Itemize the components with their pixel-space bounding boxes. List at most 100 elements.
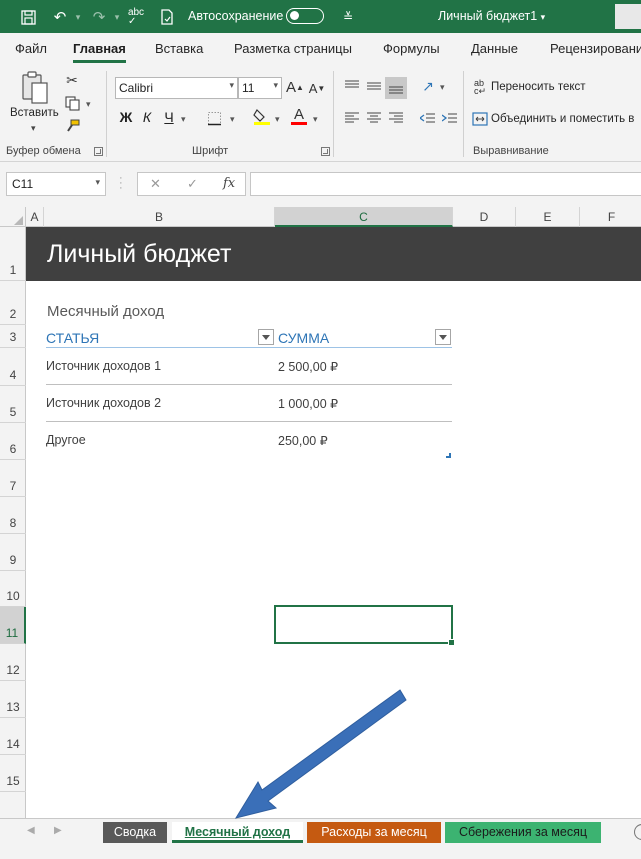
row-header[interactable]: 15 — [0, 755, 26, 792]
sheet-tab-monthly-savings[interactable]: Сбережения за месяц — [445, 822, 601, 843]
row-amount-1[interactable]: 2 500,00 ₽ — [278, 359, 338, 374]
row-header[interactable]: 12 — [0, 644, 26, 681]
wrap-text-button[interactable]: Переносить текст — [491, 81, 586, 93]
merge-center-icon[interactable] — [471, 110, 489, 128]
enter-icon[interactable]: ✓ — [187, 176, 198, 192]
align-bottom-icon[interactable] — [385, 77, 407, 99]
header-amount[interactable]: СУММА — [278, 330, 329, 346]
redo-icon[interactable]: ↷ — [89, 7, 109, 27]
orientation-dropdown-icon[interactable]: ▾ — [440, 82, 445, 93]
autosave-toggle[interactable] — [286, 8, 324, 24]
font-color-icon[interactable]: A — [290, 107, 308, 125]
cut-icon[interactable]: ✂ — [63, 71, 81, 89]
row-item-1[interactable]: Источник доходов 1 — [46, 359, 161, 373]
row-header[interactable]: 2 — [0, 281, 26, 325]
format-painter-icon[interactable] — [63, 117, 81, 135]
undo-dropdown-icon[interactable]: ▾ — [68, 7, 88, 27]
worksheet-grid[interactable]: Личный бюджет Месячный доход СТАТЬЯ СУММ… — [26, 227, 641, 818]
font-name-combo[interactable]: Calibri ▾ — [115, 77, 238, 99]
underline-dropdown-icon[interactable]: ▾ — [181, 114, 186, 125]
search-box[interactable] — [615, 4, 641, 29]
tab-data[interactable]: Данные — [471, 41, 518, 56]
filter-dropdown-amount[interactable] — [435, 329, 451, 345]
drag-handle-icon[interactable]: · · · — [119, 173, 123, 194]
merge-center-button[interactable]: Объединить и поместить в — [491, 113, 634, 125]
wrap-text-icon[interactable]: ab c↵ — [471, 78, 489, 96]
row-item-3[interactable]: Другое — [46, 433, 86, 447]
bold-button[interactable]: Ж — [117, 109, 135, 125]
orientation-icon[interactable]: ↗ — [419, 77, 437, 95]
row-header[interactable]: 8 — [0, 497, 26, 534]
tab-formulas[interactable]: Формулы — [383, 41, 440, 56]
tab-home[interactable]: Главная — [73, 41, 126, 63]
row-amount-3[interactable]: 250,00 ₽ — [278, 433, 328, 448]
tab-review[interactable]: Рецензирование — [550, 41, 641, 56]
row-header[interactable]: 14 — [0, 718, 26, 755]
touch-mode-icon[interactable] — [157, 7, 177, 27]
shrink-font-icon[interactable]: A ▼ — [308, 79, 326, 97]
row-header[interactable]: 5 — [0, 386, 26, 423]
tab-insert[interactable]: Вставка — [155, 41, 203, 56]
scroll-tabs-left-icon[interactable]: ◀ — [27, 825, 35, 836]
save-icon[interactable] — [18, 7, 38, 27]
select-all-button[interactable] — [0, 207, 26, 227]
borders-dropdown-icon[interactable]: ▾ — [230, 114, 235, 125]
fill-color-icon[interactable] — [253, 107, 271, 125]
undo-icon[interactable]: ↶ — [50, 7, 70, 27]
formula-input[interactable] — [250, 172, 641, 196]
underline-button[interactable]: Ч — [160, 109, 178, 125]
column-header-a[interactable]: A — [26, 207, 44, 227]
row-amount-2[interactable]: 1 000,00 ₽ — [278, 396, 338, 411]
filter-dropdown-item[interactable] — [258, 329, 274, 345]
align-left-icon[interactable] — [343, 109, 361, 127]
borders-icon[interactable] — [205, 109, 223, 127]
sheet-tab-monthly-income[interactable]: Месячный доход — [172, 822, 303, 843]
scroll-tabs-right-icon[interactable]: ▶ — [54, 825, 62, 836]
column-header-b[interactable]: B — [44, 207, 275, 227]
copy-dropdown-icon[interactable]: ▾ — [86, 99, 91, 110]
insert-function-icon[interactable]: fx — [223, 176, 235, 191]
row-header[interactable]: 4 — [0, 348, 26, 386]
redo-dropdown-icon[interactable]: ▾ — [107, 7, 127, 27]
increase-indent-icon[interactable] — [440, 109, 458, 127]
header-item[interactable]: СТАТЬЯ — [46, 330, 99, 346]
row-header[interactable]: 7 — [0, 460, 26, 497]
column-header-c[interactable]: C — [275, 207, 453, 227]
sheet-tab-monthly-expenses[interactable]: Расходы за месяц — [307, 822, 441, 843]
clipboard-launcher-icon[interactable] — [94, 147, 103, 156]
row-header-selected[interactable]: 11 — [0, 607, 26, 644]
document-title[interactable]: Личный бюджет1 ▾ — [438, 9, 545, 23]
cancel-icon[interactable]: ✕ — [150, 176, 161, 192]
grow-font-icon[interactable]: A ▲ — [286, 78, 304, 96]
paste-dropdown-icon[interactable]: ▾ — [31, 123, 36, 134]
tab-file[interactable]: Файл — [15, 41, 47, 56]
column-header-d[interactable]: D — [453, 207, 516, 227]
align-top-icon[interactable] — [343, 77, 361, 95]
font-launcher-icon[interactable] — [321, 147, 330, 156]
align-middle-icon[interactable] — [365, 77, 383, 95]
row-header[interactable]: 1 — [0, 227, 26, 281]
italic-button[interactable]: К — [138, 109, 156, 125]
sheet-subtitle[interactable]: Месячный доход — [47, 303, 164, 320]
table-resize-handle[interactable] — [446, 453, 451, 458]
fill-color-dropdown-icon[interactable]: ▾ — [275, 114, 280, 125]
sheet-title[interactable]: Личный бюджет — [47, 240, 231, 269]
spelling-icon[interactable]: abc ✓ — [126, 7, 146, 27]
column-header-e[interactable]: E — [516, 207, 580, 227]
font-size-combo[interactable]: 11 ▾ — [238, 77, 282, 99]
align-center-icon[interactable] — [365, 109, 383, 127]
align-right-icon[interactable] — [387, 109, 405, 127]
paste-button[interactable]: Вставить — [10, 107, 59, 119]
decrease-indent-icon[interactable] — [418, 109, 436, 127]
row-header[interactable]: 13 — [0, 681, 26, 718]
column-header-f[interactable]: F — [580, 207, 641, 227]
row-header[interactable]: 3 — [0, 325, 26, 348]
active-cell-c11[interactable] — [274, 605, 455, 646]
name-box[interactable]: C11 ▾ — [6, 172, 106, 196]
tab-page-layout[interactable]: Разметка страницы — [234, 41, 352, 56]
sheet-tab-summary[interactable]: Сводка — [103, 822, 167, 843]
copy-icon[interactable] — [63, 94, 81, 112]
row-item-2[interactable]: Источник доходов 2 — [46, 396, 161, 410]
paste-icon[interactable] — [20, 71, 50, 105]
customize-toolbar-icon[interactable]: ≚ — [338, 7, 358, 27]
